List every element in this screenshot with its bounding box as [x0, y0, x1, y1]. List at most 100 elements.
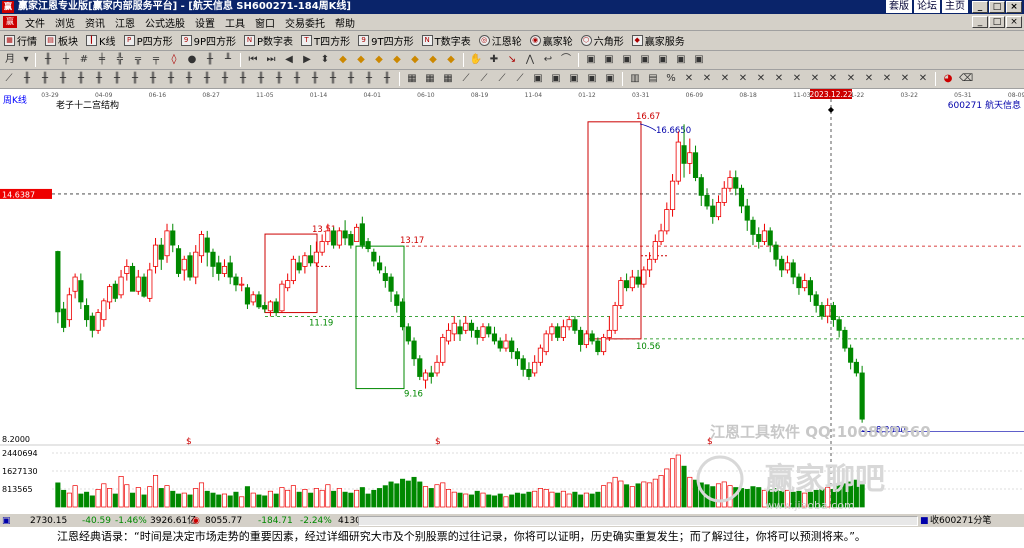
toolbar-hexagon-button[interactable]: ⬡ 六角形: [577, 32, 628, 50]
color-wheel-icon[interactable]: ◕: [941, 72, 955, 86]
menu-file[interactable]: 文件: [20, 15, 50, 30]
hash-icon[interactable]: #: [77, 53, 91, 67]
period-selector[interactable]: 月: [2, 53, 18, 67]
diamond-e-icon[interactable]: ◆: [408, 53, 422, 67]
menu-formula[interactable]: 公式选股: [140, 15, 190, 30]
percent-icon[interactable]: %: [664, 72, 678, 86]
right-arrow-icon[interactable]: ▶: [300, 53, 314, 67]
toolbar-yingjia-wheel-button[interactable]: ◉ 赢家轮: [526, 32, 577, 50]
bars-s-icon[interactable]: ╫: [344, 72, 358, 86]
tools-f-icon[interactable]: ✕: [772, 72, 786, 86]
split-icon[interactable]: ╬: [113, 53, 127, 67]
tools-h-icon[interactable]: ✕: [808, 72, 822, 86]
line-c-icon[interactable]: ⟋: [495, 72, 509, 86]
doc-restore-button[interactable]: □: [989, 16, 1005, 28]
bars-icon[interactable]: ┼: [59, 53, 73, 67]
kline-chart-panel[interactable]: 03-29 04-09 06-16 08-27 11-05 01-14 04-01 06-10…: [0, 89, 1024, 513]
toolbar-kline-button[interactable]: ┃ K线: [82, 32, 120, 50]
ruler-icon[interactable]: ▥: [628, 72, 642, 86]
line-b-icon[interactable]: ⟋: [477, 72, 491, 86]
maximize-button[interactable]: □: [989, 1, 1005, 13]
toolbar-p-number-button[interactable]: N P数字表: [240, 32, 297, 50]
diamond-b-icon[interactable]: ◆: [354, 53, 368, 67]
close-button[interactable]: ×: [1006, 1, 1022, 13]
line-d-icon[interactable]: ⟋: [513, 72, 527, 86]
crosshair-icon[interactable]: ✚: [487, 53, 501, 67]
bars-t-icon[interactable]: ╫: [362, 72, 376, 86]
fence-icon[interactable]: ╫: [203, 53, 217, 67]
bars-n-icon[interactable]: ╫: [254, 72, 268, 86]
box-d-icon[interactable]: ▣: [585, 72, 599, 86]
bars-k-icon[interactable]: ╫: [200, 72, 214, 86]
box-c-icon[interactable]: ▣: [567, 72, 581, 86]
gate-icon[interactable]: ╤: [149, 53, 163, 67]
info-icon[interactable]: ■: [920, 514, 929, 528]
window-g-icon[interactable]: ▣: [692, 53, 706, 67]
horizontal-scrollbar[interactable]: [358, 516, 918, 526]
menu-settings[interactable]: 设置: [190, 15, 220, 30]
sz-index-icon[interactable]: ◉: [192, 514, 200, 528]
last-page-icon[interactable]: ⏭: [264, 53, 278, 67]
tools-b-icon[interactable]: ✕: [700, 72, 714, 86]
tools-a-icon[interactable]: ✕: [682, 72, 696, 86]
bars-f-icon[interactable]: ╫: [110, 72, 124, 86]
sh-index-icon[interactable]: ▣: [2, 514, 11, 528]
kline-chart-svg[interactable]: 03-29 04-09 06-16 08-27 11-05 01-14 04-01 06-10…: [0, 89, 1024, 513]
tools-l-icon[interactable]: ✕: [880, 72, 894, 86]
toolbar-9p-square-button[interactable]: 9 9P四方形: [177, 32, 240, 50]
diamond-a-icon[interactable]: ◆: [336, 53, 350, 67]
diamond-f-icon[interactable]: ◆: [426, 53, 440, 67]
toolbar-quotes-button[interactable]: ▦ 行情: [0, 32, 41, 50]
diamond-c-icon[interactable]: ◆: [372, 53, 386, 67]
hook-icon[interactable]: ↩: [541, 53, 555, 67]
grid-b-icon[interactable]: ▦: [423, 72, 437, 86]
bars-g-icon[interactable]: ╫: [128, 72, 142, 86]
bars-i-icon[interactable]: ╫: [164, 72, 178, 86]
window-a-icon[interactable]: ▣: [584, 53, 598, 67]
bars-j-icon[interactable]: ╫: [182, 72, 196, 86]
tools-j-icon[interactable]: ✕: [844, 72, 858, 86]
doc-close-button[interactable]: ×: [1006, 16, 1022, 28]
link-home[interactable]: 主页: [942, 0, 968, 13]
menu-gann[interactable]: 江恩: [110, 15, 140, 30]
toolbar-9t-square-button[interactable]: 9 9T四方形: [354, 32, 417, 50]
tools-c-icon[interactable]: ✕: [718, 72, 732, 86]
chart-icon[interactable]: ⌒: [559, 53, 573, 67]
first-page-icon[interactable]: ⏮: [246, 53, 260, 67]
window-b-icon[interactable]: ▣: [602, 53, 616, 67]
menu-tools[interactable]: 工具: [220, 15, 250, 30]
diamond-d-icon[interactable]: ◆: [390, 53, 404, 67]
up-down-icon[interactable]: ⬍: [318, 53, 332, 67]
grid-icon[interactable]: ╫: [41, 53, 55, 67]
bars-r-icon[interactable]: ╫: [326, 72, 340, 86]
toolbar-service-button[interactable]: ◆ 赢家服务: [628, 32, 689, 50]
tools-n-icon[interactable]: ✕: [916, 72, 930, 86]
line-a-icon[interactable]: ⟋: [459, 72, 473, 86]
hand-icon[interactable]: ✋: [469, 53, 483, 67]
line-icon[interactable]: ↘: [505, 53, 519, 67]
bars-d-icon[interactable]: ╫: [74, 72, 88, 86]
tools-m-icon[interactable]: ✕: [898, 72, 912, 86]
tools-i-icon[interactable]: ✕: [826, 72, 840, 86]
toolbar-p-square-button[interactable]: P P四方形: [120, 32, 177, 50]
minimize-button[interactable]: _: [972, 1, 988, 13]
tools-g-icon[interactable]: ✕: [790, 72, 804, 86]
document-icon[interactable]: 赢: [3, 16, 17, 28]
window-e-icon[interactable]: ▣: [656, 53, 670, 67]
menu-info[interactable]: 资讯: [80, 15, 110, 30]
bars-c-icon[interactable]: ╫: [56, 72, 70, 86]
box-a-icon[interactable]: ▣: [531, 72, 545, 86]
bars-b-icon[interactable]: ╫: [38, 72, 52, 86]
menu-window[interactable]: 窗口: [250, 15, 280, 30]
grid-c-icon[interactable]: ▦: [441, 72, 455, 86]
toolbar-t-number-button[interactable]: N T数字表: [418, 32, 475, 50]
diamond-icon[interactable]: ◊: [167, 53, 181, 67]
bars-q-icon[interactable]: ╫: [308, 72, 322, 86]
menu-help[interactable]: 帮助: [330, 15, 360, 30]
bars-u-icon[interactable]: ╫: [380, 72, 394, 86]
doc-minimize-button[interactable]: _: [972, 16, 988, 28]
tools-d-icon[interactable]: ✕: [736, 72, 750, 86]
bars-h-icon[interactable]: ╫: [146, 72, 160, 86]
bars-p-icon[interactable]: ╫: [290, 72, 304, 86]
window-f-icon[interactable]: ▣: [674, 53, 688, 67]
